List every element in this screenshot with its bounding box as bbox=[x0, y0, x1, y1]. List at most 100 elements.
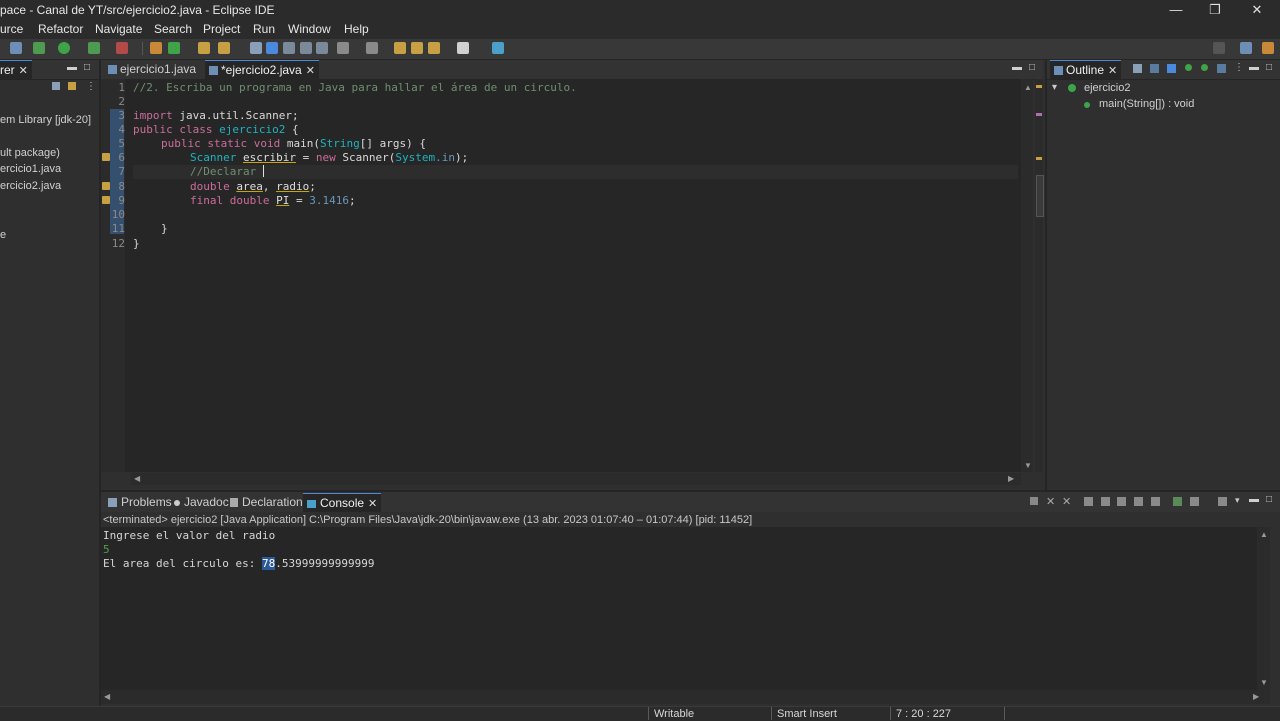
external-tools-icon[interactable] bbox=[116, 42, 128, 54]
arrow-right-icon[interactable] bbox=[457, 42, 469, 54]
minimize-button[interactable]: — bbox=[1166, 2, 1186, 18]
minimize-icon[interactable]: ▬ bbox=[1249, 62, 1259, 73]
status-insert-mode[interactable]: Smart Insert bbox=[777, 708, 837, 720]
toggle-breadcrumb-icon[interactable] bbox=[283, 42, 295, 54]
open-console-icon[interactable] bbox=[1218, 497, 1227, 506]
word-wrap-icon[interactable] bbox=[1117, 497, 1126, 506]
terminal-icon[interactable] bbox=[492, 42, 504, 54]
tab-declaration[interactable]: Declaration bbox=[226, 493, 307, 511]
console-output[interactable] bbox=[101, 527, 1270, 690]
clear-console-icon[interactable] bbox=[1084, 497, 1093, 506]
toolbar-icon[interactable] bbox=[10, 42, 22, 54]
warning-marker-icon[interactable] bbox=[102, 196, 110, 204]
maximize-icon[interactable]: □ bbox=[1266, 494, 1272, 505]
warning-marker-icon[interactable] bbox=[102, 153, 110, 161]
open-perspective-icon[interactable] bbox=[1240, 42, 1252, 54]
outline-class[interactable]: ejercicio2 bbox=[1084, 82, 1130, 94]
show-stderr-icon[interactable] bbox=[1151, 497, 1160, 506]
show-stdout-icon[interactable] bbox=[1134, 497, 1143, 506]
tree-item-ejercicio2[interactable]: ercicio2.java bbox=[0, 180, 61, 192]
maximize-icon[interactable]: □ bbox=[1029, 62, 1035, 73]
pin-console-icon[interactable] bbox=[1173, 497, 1182, 506]
back-icon[interactable] bbox=[411, 42, 423, 54]
remove-launch-icon[interactable]: ✕ bbox=[1046, 495, 1055, 508]
scroll-right-icon[interactable]: ▶ bbox=[1008, 474, 1014, 483]
toggle-mark-occurrences-icon[interactable] bbox=[266, 42, 278, 54]
last-edit-icon[interactable] bbox=[394, 42, 406, 54]
tab-ejercicio2[interactable]: *ejercicio2.java ✕ bbox=[205, 60, 319, 79]
scroll-left-icon[interactable]: ◀ bbox=[134, 474, 140, 483]
block-selection-icon[interactable] bbox=[300, 42, 312, 54]
maximize-icon[interactable]: □ bbox=[1266, 62, 1272, 73]
menu-refactor[interactable]: Refactor bbox=[38, 22, 83, 36]
menu-navigate[interactable]: Navigate bbox=[95, 22, 142, 36]
terminate-icon[interactable] bbox=[1030, 497, 1038, 505]
annotation-icon[interactable] bbox=[250, 42, 262, 54]
menu-window[interactable]: Window bbox=[288, 22, 331, 36]
menu-run[interactable]: Run bbox=[253, 22, 275, 36]
java-perspective-icon[interactable] bbox=[1262, 42, 1274, 54]
chevron-down-icon[interactable]: ▾ bbox=[1052, 82, 1057, 93]
close-icon[interactable]: ✕ bbox=[1108, 65, 1117, 77]
tree-item-ejercicio1[interactable]: ercicio1.java bbox=[0, 163, 61, 175]
coverage-icon[interactable] bbox=[88, 42, 100, 54]
view-menu-icon[interactable]: ⋮ bbox=[86, 81, 96, 92]
new-class-icon[interactable] bbox=[168, 42, 180, 54]
collapse-all-icon[interactable] bbox=[52, 82, 60, 90]
sort-icon[interactable] bbox=[1150, 64, 1159, 73]
debug-icon[interactable] bbox=[33, 42, 45, 54]
link-editor-icon[interactable] bbox=[68, 82, 76, 90]
close-icon[interactable]: ✕ bbox=[368, 498, 377, 510]
maximize-icon[interactable]: □ bbox=[84, 62, 90, 73]
tree-item-jre[interactable]: em Library [jdk-20] bbox=[0, 114, 91, 126]
scroll-up-icon[interactable]: ▲ bbox=[1024, 83, 1032, 92]
outline-method[interactable]: main(String[]) : void bbox=[1099, 98, 1194, 110]
scroll-right-icon[interactable]: ▶ bbox=[1253, 692, 1259, 701]
collapse-all-icon[interactable] bbox=[1133, 64, 1142, 73]
hide-fields-icon[interactable] bbox=[1167, 64, 1176, 73]
scroll-lock-icon[interactable] bbox=[1101, 497, 1110, 506]
close-icon[interactable]: ✕ bbox=[19, 65, 28, 77]
tab-javadoc[interactable]: Javadoc bbox=[170, 493, 233, 511]
next-annotation-icon[interactable] bbox=[337, 42, 349, 54]
open-type-icon[interactable] bbox=[198, 42, 210, 54]
display-console-icon[interactable] bbox=[1190, 497, 1199, 506]
scroll-up-icon[interactable]: ▲ bbox=[1260, 530, 1268, 539]
overview-thumb[interactable] bbox=[1036, 175, 1044, 217]
hide-nonpublic-icon[interactable] bbox=[1201, 64, 1208, 71]
search-tool-icon[interactable] bbox=[218, 42, 230, 54]
menu-source[interactable]: urce bbox=[0, 22, 23, 36]
menu-help[interactable]: Help bbox=[344, 22, 369, 36]
tree-item-other[interactable]: e bbox=[0, 229, 6, 241]
view-menu-icon[interactable]: ⋮ bbox=[1234, 62, 1244, 73]
minimize-icon[interactable]: ▬ bbox=[1249, 494, 1259, 505]
warning-marker-icon[interactable] bbox=[102, 182, 110, 190]
close-button[interactable]: ✕ bbox=[1247, 2, 1267, 18]
hide-local-types-icon[interactable] bbox=[1217, 64, 1226, 73]
forward-icon[interactable] bbox=[428, 42, 440, 54]
hide-static-icon[interactable] bbox=[1185, 64, 1192, 71]
show-whitespace-icon[interactable] bbox=[316, 42, 328, 54]
restore-button[interactable]: ❐ bbox=[1205, 2, 1225, 18]
menu-search[interactable]: Search bbox=[154, 22, 192, 36]
tab-outline[interactable]: Outline ✕ bbox=[1050, 60, 1122, 79]
remove-all-icon[interactable]: ✕ bbox=[1062, 495, 1071, 508]
prev-annotation-icon[interactable] bbox=[366, 42, 378, 54]
menu-project[interactable]: Project bbox=[203, 22, 240, 36]
console-vertical-scrollbar[interactable] bbox=[1257, 527, 1270, 690]
chevron-down-icon[interactable]: ▾ bbox=[1235, 495, 1240, 506]
tab-problems[interactable]: Problems bbox=[104, 493, 176, 511]
tree-item-default-package[interactable]: ult package) bbox=[0, 147, 60, 159]
tab-ejercicio1[interactable]: ejercicio1.java bbox=[104, 60, 200, 78]
minimize-icon[interactable]: ▬ bbox=[1012, 62, 1022, 73]
new-java-project-icon[interactable] bbox=[150, 42, 162, 54]
scroll-down-icon[interactable]: ▼ bbox=[1024, 461, 1032, 470]
tab-console[interactable]: Console ✕ bbox=[303, 493, 382, 512]
vertical-scrollbar[interactable] bbox=[1021, 79, 1033, 472]
horizontal-scrollbar[interactable] bbox=[131, 473, 1021, 485]
scroll-down-icon[interactable]: ▼ bbox=[1260, 678, 1268, 687]
tab-package-explorer[interactable]: rer ✕ bbox=[0, 60, 32, 79]
close-icon[interactable]: ✕ bbox=[306, 65, 315, 77]
search-icon[interactable] bbox=[1213, 42, 1225, 54]
minimize-icon[interactable]: ▬ bbox=[67, 62, 77, 73]
